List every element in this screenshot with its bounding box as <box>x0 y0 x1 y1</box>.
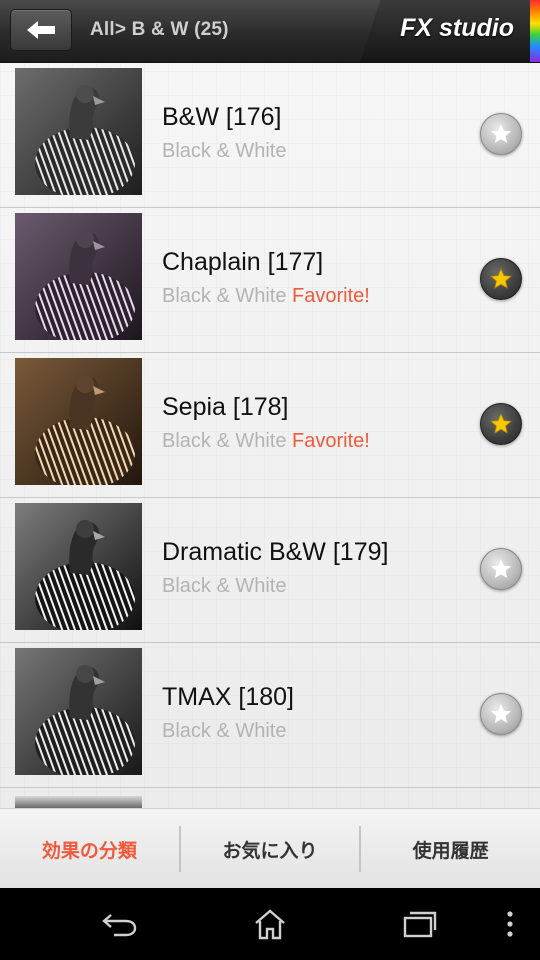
tab-history[interactable]: 使用履歴 <box>361 809 540 889</box>
favorite-label: Favorite! <box>292 285 370 307</box>
nav-recent-apps-button[interactable] <box>400 906 440 942</box>
effect-title: Sepia [178] <box>162 393 289 421</box>
effect-thumbnail <box>15 358 142 485</box>
nav-back-button[interactable] <box>100 906 140 942</box>
star-filled-icon <box>490 268 512 289</box>
back-icon <box>102 914 137 937</box>
menu-icon <box>507 911 513 937</box>
favorite-star-button[interactable] <box>480 403 522 445</box>
bird-photo-icon <box>15 503 142 630</box>
favorite-label: Favorite! <box>292 430 370 452</box>
nav-home-button[interactable] <box>250 906 290 942</box>
list-item[interactable]: TMAX [180] Black & White <box>0 643 540 788</box>
app-title: FX studio <box>400 14 514 42</box>
favorite-star-button[interactable] <box>480 693 522 735</box>
back-arrow-icon <box>27 21 55 39</box>
effect-category: Black & White <box>162 720 287 742</box>
effect-subtitle: Black & White <box>162 140 286 163</box>
bird-photo-icon <box>15 213 142 340</box>
effect-title: Dramatic B&W [179] <box>162 538 389 566</box>
favorite-star-button[interactable] <box>480 258 522 300</box>
effect-category: Black & White <box>162 575 287 597</box>
star-outline-icon <box>491 704 511 723</box>
partial-list-item-thumbnail <box>15 796 142 808</box>
list-item[interactable]: B&W [176] Black & White <box>0 63 540 208</box>
favorite-star-button[interactable] <box>480 548 522 590</box>
home-icon <box>255 909 285 940</box>
star-filled-icon <box>490 413 512 434</box>
effect-thumbnail <box>15 213 142 340</box>
bottom-tab-bar: 効果の分類 お気に入り 使用履歴 <box>0 808 540 889</box>
system-navigation-bar <box>0 888 540 960</box>
list-item[interactable]: Sepia [178] Black & White Favorite! <box>0 353 540 498</box>
effect-category: Black & White <box>162 430 287 452</box>
bird-photo-icon <box>15 358 142 485</box>
fx-studio-screen: All> B & W (25) FX studio B&W [176] Blac… <box>0 0 540 960</box>
star-outline-icon <box>491 559 511 578</box>
effect-title: Chaplain [177] <box>162 248 324 276</box>
bird-photo-icon <box>15 68 142 195</box>
list-item[interactable]: Dramatic B&W [179] Black & White <box>0 498 540 643</box>
back-button[interactable] <box>10 9 72 51</box>
effect-thumbnail <box>15 68 142 195</box>
bird-photo-icon <box>15 648 142 775</box>
breadcrumb: All> B & W (25) <box>90 19 229 40</box>
effect-title: B&W [176] <box>162 103 282 131</box>
effect-title: TMAX [180] <box>162 683 294 711</box>
effect-thumbnail <box>15 648 142 775</box>
star-outline-icon <box>491 124 511 143</box>
effect-list: B&W [176] Black & White Chaplain [177] B… <box>0 63 540 808</box>
list-item[interactable]: Chaplain [177] Black & White Favorite! <box>0 208 540 353</box>
app-header: All> B & W (25) FX studio <box>0 0 540 63</box>
effect-subtitle: Black & White Favorite! <box>162 430 370 453</box>
effect-subtitle: Black & White <box>162 575 286 598</box>
recent-apps-icon <box>403 911 437 938</box>
nav-menu-button[interactable] <box>492 906 528 942</box>
tab-favorites[interactable]: お気に入り <box>181 809 360 889</box>
rainbow-strip <box>530 0 540 62</box>
favorite-star-button[interactable] <box>480 113 522 155</box>
effect-category: Black & White <box>162 140 287 162</box>
effect-subtitle: Black & White Favorite! <box>162 285 370 308</box>
effect-thumbnail <box>15 503 142 630</box>
effect-category: Black & White <box>162 285 287 307</box>
tab-effect-categories[interactable]: 効果の分類 <box>0 809 179 889</box>
effect-subtitle: Black & White <box>162 720 286 743</box>
